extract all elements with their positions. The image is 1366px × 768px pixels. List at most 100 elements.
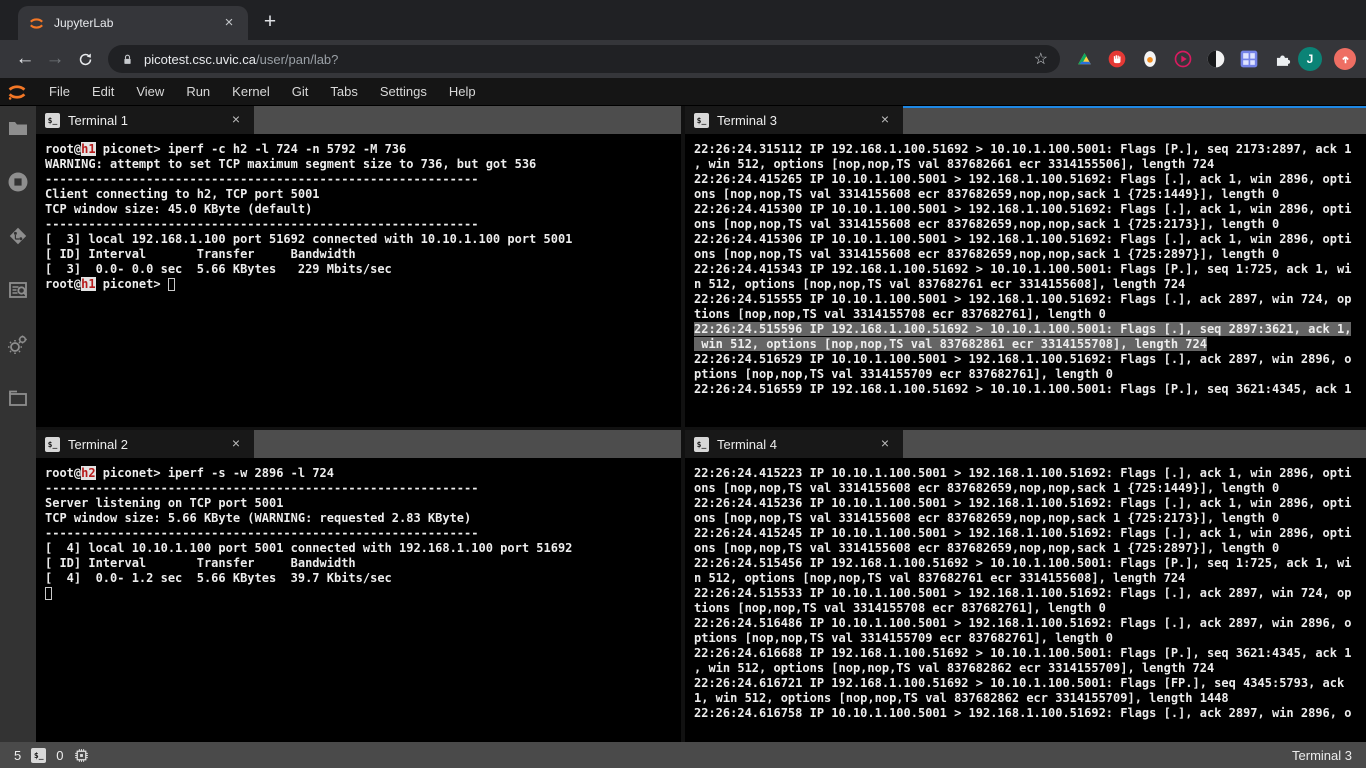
address-bar[interactable]: picotest.csc.uvic.ca /user/pan/lab? ☆ [108,45,1060,73]
terminal-line: 22:26:24.516486 IP 10.10.1.100.5001 > 19… [694,616,1352,630]
running-sessions-status[interactable]: 5 $_ 0 [14,747,90,764]
terminal-line: ----------------------------------------… [45,217,479,231]
adblock-extension-icon[interactable] [1107,49,1127,69]
terminal-line: [ 3] local 192.168.1.100 port 51692 conn… [45,232,573,246]
menu-view[interactable]: View [125,78,175,106]
tab-terminal-1[interactable]: $_ Terminal 1 × [36,106,254,134]
terminal-icon: $_ [694,112,709,128]
terminal-line: ons [nop,nop,TS val 3314155608 ecr 83768… [694,247,1280,261]
terminal-4-tabbar: $_ Terminal 4 × [685,430,1366,458]
jupyterlab-sidebar [0,106,36,742]
terminal-line: 22:26:24.415245 IP 10.10.1.100.5001 > 19… [694,526,1352,540]
terminal-count: 5 [14,747,22,763]
terminal-line: 22:26:24.516559 IP 192.168.1.100.51692 >… [694,382,1352,396]
close-icon[interactable]: × [876,435,894,453]
play-circle-extension-icon[interactable] [1173,49,1193,69]
file-browser-icon[interactable] [6,116,30,140]
terminal-line: root@h1 piconet> iperf -c h2 -l 724 -n 5… [45,142,407,156]
terminal-1-tabbar: $_ Terminal 1 × [36,106,681,134]
terminal-line: 22:26:24.516529 IP 10.10.1.100.5001 > 19… [694,352,1352,366]
tab-title: Terminal 2 [68,436,128,452]
terminal-line: ----------------------------------------… [45,526,479,540]
git-icon[interactable] [6,224,30,248]
terminal-line: 22:26:24.415236 IP 10.10.1.100.5001 > 19… [694,496,1352,510]
terminal-line: root@h2 piconet> iperf -s -w 2896 -l 724 [45,466,334,480]
egg-extension-icon[interactable] [1140,49,1160,69]
terminal-line: ons [nop,nop,TS val 3314155608 ecr 83768… [694,541,1280,555]
terminal-line [45,586,681,601]
terminal-line: 22:26:24.515596 IP 192.168.1.100.51692 >… [694,322,1352,336]
jupyterlab-statusbar: 5 $_ 0 Terminal 3 [0,742,1366,768]
open-tabs-icon[interactable] [6,386,30,410]
tab-terminal-4[interactable]: $_ Terminal 4 × [685,430,903,458]
kernel-count: 0 [56,747,64,763]
menu-help[interactable]: Help [438,78,487,106]
terminal-icon: $_ [694,436,709,452]
terminal-line: 22:26:24.515555 IP 10.10.1.100.5001 > 19… [694,292,1352,306]
bookmark-star-icon[interactable]: ☆ [1034,49,1048,69]
terminal-line: 22:26:24.315112 IP 192.168.1.100.51692 >… [694,142,1352,156]
terminal-line: ----------------------------------------… [45,481,479,495]
dock-panel: $_ Terminal 1 × root@h1 piconet> iperf -… [36,106,1366,742]
forward-icon[interactable]: → [40,44,70,74]
dark-mode-extension-icon[interactable] [1206,49,1226,69]
terminal-line: 22:26:24.616688 IP 192.168.1.100.51692 >… [694,646,1352,660]
jupyterlab-menubar: File Edit View Run Kernel Git Tabs Setti… [0,78,1366,106]
terminal-line: 22:26:24.415343 IP 192.168.1.100.51692 >… [694,262,1352,276]
update-browser-icon[interactable] [1334,48,1356,70]
extensions-puzzle-icon[interactable] [1272,49,1292,69]
close-icon[interactable]: × [227,435,245,453]
terminal-4-output[interactable]: 22:26:24.415223 IP 10.10.1.100.5001 > 19… [685,458,1366,742]
terminal-line: Client connecting to h2, TCP port 5001 [45,187,320,201]
grid-dashboard-extension-icon[interactable] [1239,49,1259,69]
menu-settings[interactable]: Settings [369,78,438,106]
menu-edit[interactable]: Edit [81,78,125,106]
menu-tabs[interactable]: Tabs [319,78,368,106]
lock-icon [124,54,131,64]
close-tab-icon[interactable]: × [220,14,238,32]
terminal-line: n 512, options [nop,nop,TS val 837682761… [694,571,1186,585]
terminal-line: [ 4] local 10.10.1.100 port 5001 connect… [45,541,573,555]
new-tab-button[interactable]: + [256,8,284,36]
property-inspector-icon[interactable] [6,278,30,302]
terminal-line: [ 4] 0.0- 1.2 sec 5.66 KBytes 39.7 Kbits… [45,571,392,585]
profile-avatar[interactable]: J [1298,47,1322,71]
tab-title: Terminal 4 [717,436,777,452]
terminal-1-output[interactable]: root@h1 piconet> iperf -c h2 -l 724 -n 5… [36,134,681,427]
drive-extension-icon[interactable] [1074,49,1094,69]
terminal-line: ----------------------------------------… [45,172,479,186]
terminal-3-output[interactable]: 22:26:24.315112 IP 192.168.1.100.51692 >… [685,134,1366,427]
terminal-line: ptions [nop,nop,TS val 3314155709 ecr 83… [694,631,1114,645]
terminal-line: 22:26:24.415265 IP 10.10.1.100.5001 > 19… [694,172,1352,186]
terminal-line: 22:26:24.515456 IP 192.168.1.100.51692 >… [694,556,1352,570]
browser-toolbar: ← → picotest.csc.uvic.ca /user/pan/lab? … [0,40,1366,78]
terminal-line: ptions [nop,nop,TS val 3314155709 ecr 83… [694,367,1114,381]
browser-tab-title: JupyterLab [54,16,114,30]
terminal-line: TCP window size: 5.66 KByte (WARNING: re… [45,511,472,525]
menu-file[interactable]: File [38,78,81,106]
browser-tab-strip: JupyterLab × + [0,0,1366,40]
menu-git[interactable]: Git [281,78,320,106]
url-path: /user/pan/lab? [256,51,339,67]
reload-icon[interactable] [70,44,100,74]
close-icon[interactable]: × [876,111,894,129]
jupyterlab-favicon [30,17,43,29]
terminal-2-panel: $_ Terminal 2 × root@h2 piconet> iperf -… [36,430,681,742]
jupyter-logo [8,84,26,100]
extension-manager-icon[interactable] [6,332,30,356]
running-sessions-icon[interactable] [6,170,30,194]
close-icon[interactable]: × [227,111,245,129]
terminal-line: [ 3] 0.0- 0.0 sec 5.66 KBytes 229 Mbits/… [45,262,392,276]
terminal-line: [ ID] Interval Transfer Bandwidth [45,247,356,261]
tab-title: Terminal 3 [717,112,777,128]
terminal-line: ons [nop,nop,TS val 3314155608 ecr 83768… [694,511,1280,525]
terminal-line: ons [nop,nop,TS val 3314155608 ecr 83768… [694,481,1280,495]
menu-run[interactable]: Run [175,78,221,106]
terminal-2-output[interactable]: root@h2 piconet> iperf -s -w 2896 -l 724… [36,458,681,742]
browser-tab-jupyterlab[interactable]: JupyterLab × [18,6,248,40]
terminal-line: WARNING: attempt to set TCP maximum segm… [45,157,537,171]
tab-terminal-2[interactable]: $_ Terminal 2 × [36,430,254,458]
back-icon[interactable]: ← [10,44,40,74]
menu-kernel[interactable]: Kernel [221,78,281,106]
tab-terminal-3[interactable]: $_ Terminal 3 × [685,106,903,134]
